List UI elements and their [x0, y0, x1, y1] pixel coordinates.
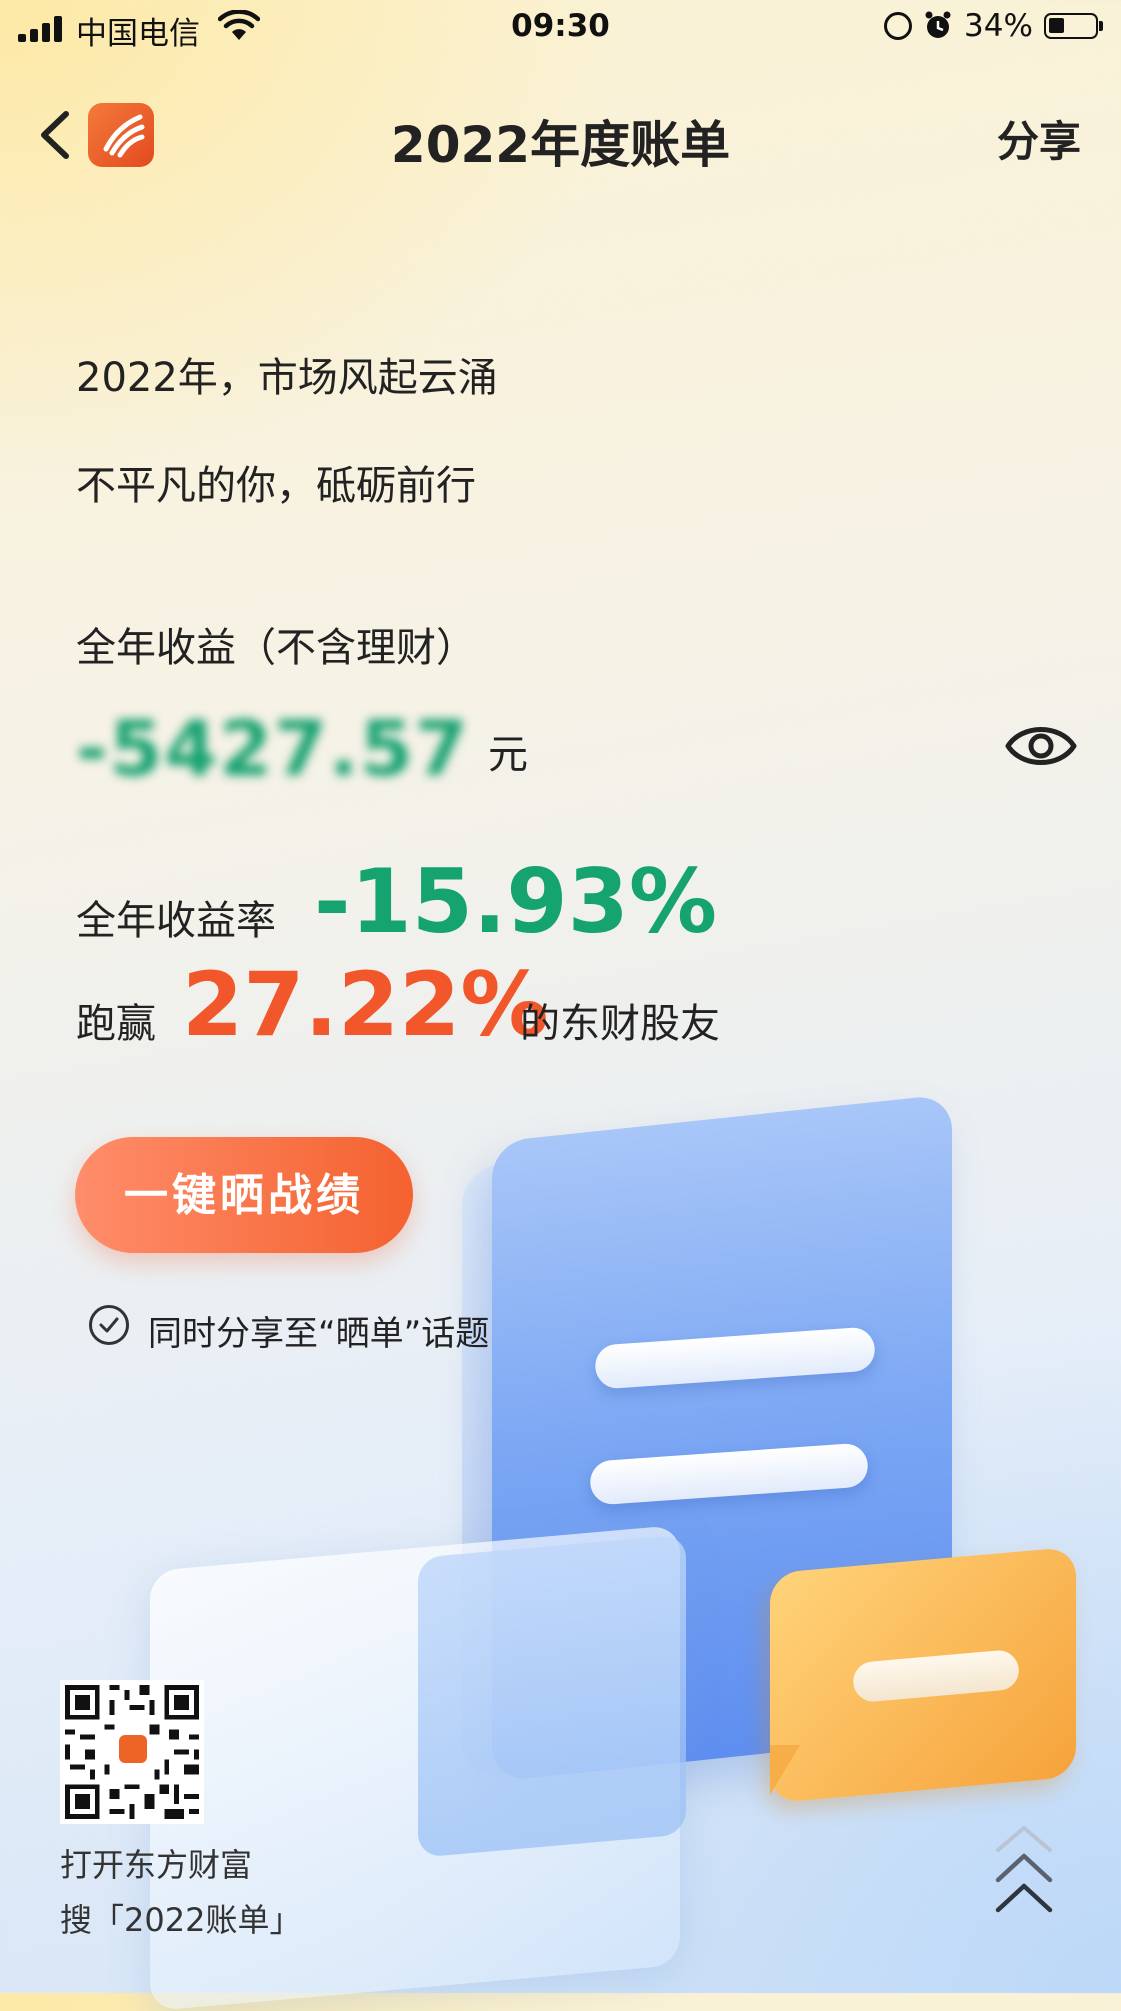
eye-icon[interactable] — [1004, 718, 1078, 774]
battery-percent: 34% — [964, 8, 1033, 44]
battery-cap — [1099, 21, 1103, 31]
annual-profit-label: 全年收益（不含理财） — [76, 625, 476, 671]
status-bar: 中国电信 09:30 34% — [0, 0, 1121, 56]
share-topic-checkbox[interactable] — [89, 1305, 129, 1345]
annual-return-rate-label: 全年收益率 — [76, 898, 276, 944]
illustration-chat-bubble-tail — [770, 1745, 800, 1795]
currency-unit: 元 — [488, 732, 528, 778]
footer-line-1: 打开东方财富 — [60, 1846, 253, 1884]
page-title: 2022年度账单 — [390, 116, 731, 174]
annual-profit-value: -5427.57 — [76, 700, 476, 793]
beat-prefix: 跑赢 — [76, 1001, 156, 1047]
battery-icon — [1044, 13, 1098, 39]
share-topic-label[interactable]: 同时分享至“晒单”话题 — [148, 1306, 489, 1355]
alarm-icon — [925, 11, 951, 38]
check-icon — [99, 1317, 119, 1333]
footer-line-2: 搜「2022账单」 — [60, 1901, 302, 1939]
scroll-up-arrows-icon[interactable] — [992, 1820, 1056, 1930]
qr-center-logo — [119, 1735, 147, 1763]
rotation-lock-icon — [884, 12, 912, 40]
intro-line-2: 不平凡的你，砥砺前行 — [76, 463, 476, 509]
beat-suffix: 的东财股友 — [520, 1001, 720, 1047]
battery-level — [1049, 18, 1064, 33]
share-record-button[interactable]: 一键晒战绩 — [75, 1137, 413, 1253]
annual-profit-amount-obscured: -5427.57 — [76, 704, 470, 793]
clock: 09:30 — [511, 8, 610, 44]
intro-line-1: 2022年，市场风起云涌 — [76, 355, 498, 401]
beat-percentage: 27.22% — [182, 953, 549, 1056]
share-button[interactable]: 分享 — [997, 108, 1081, 169]
annual-return-rate-value: -15.93% — [314, 850, 718, 953]
illustration-glass-panel — [418, 1534, 686, 1858]
